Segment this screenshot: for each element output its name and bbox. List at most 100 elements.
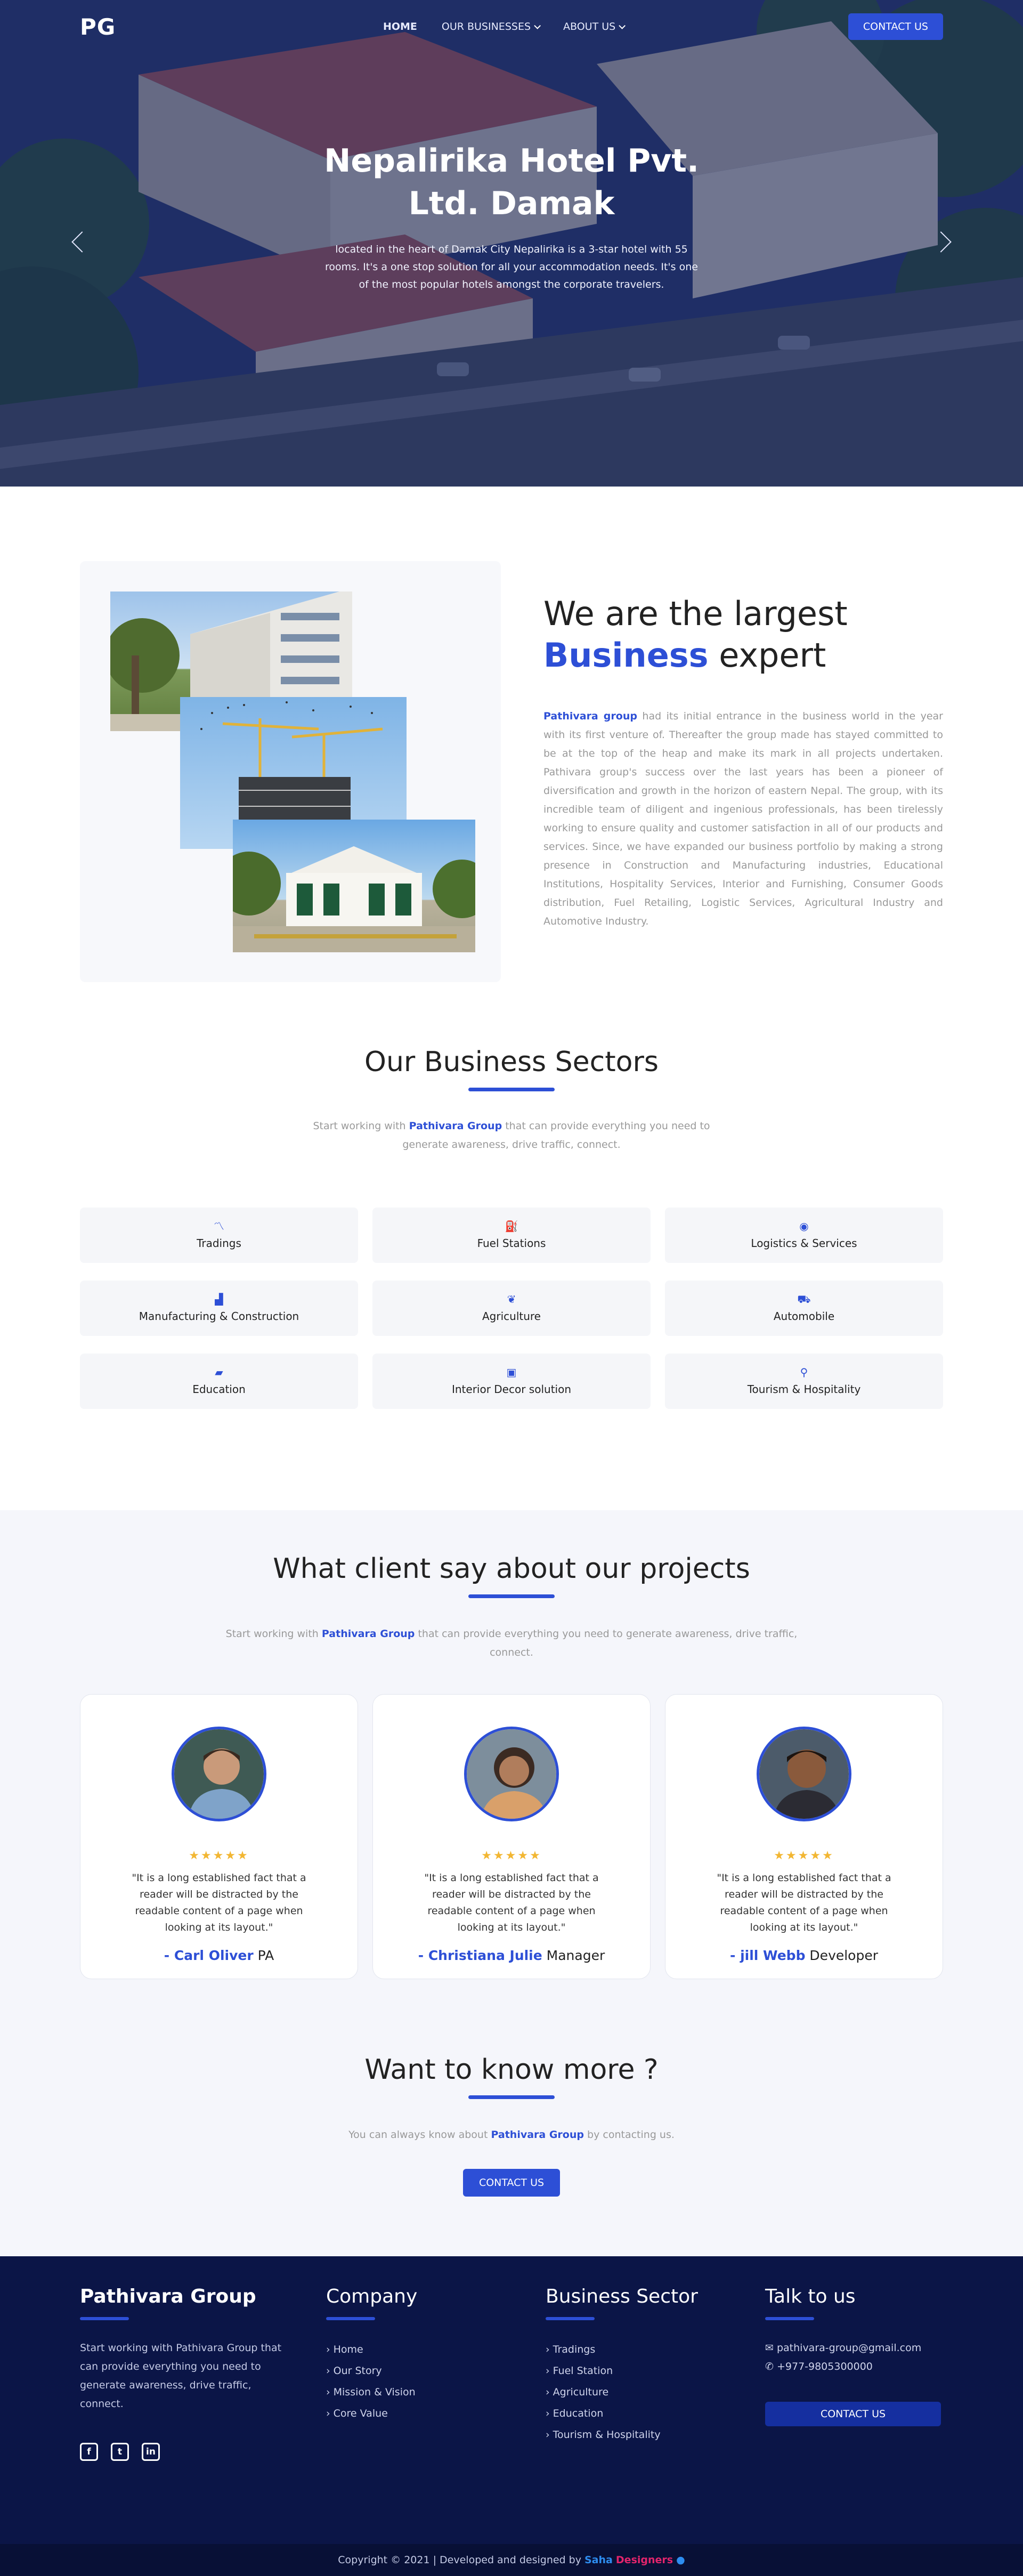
- testimonial-card: ★★★★★ "It is a long established fact tha…: [372, 1694, 651, 1979]
- footer-link-tradings[interactable]: › Tradings: [546, 2339, 765, 2360]
- footer-link-education[interactable]: › Education: [546, 2403, 765, 2424]
- twitter-icon[interactable]: t: [111, 2443, 129, 2461]
- testimonial-quote: "It is a long established fact that a re…: [424, 1872, 599, 1933]
- testimonials-header: What client say about our projects Start…: [80, 1553, 943, 1662]
- sector-label: Manufacturing & Construction: [139, 1310, 299, 1323]
- author-role: PA: [253, 1948, 274, 1963]
- author-name: Carl Oliver: [174, 1948, 254, 1963]
- footer-talk-title: Talk to us: [765, 2286, 856, 2307]
- footer-link-fuel-station[interactable]: › Fuel Station: [546, 2360, 765, 2381]
- about-paragraph: Pathivara group had its initial entrance…: [543, 707, 943, 931]
- subtitle-text: by contacting us.: [587, 2129, 675, 2141]
- footer-brand-text: Start working with Pathivara Group that …: [80, 2342, 282, 2410]
- author-dash: -: [164, 1948, 174, 1963]
- footer-contact-info: ✉ pathivara-group@gmail.com ✆ +977-98053…: [765, 2339, 943, 2376]
- author-dash: -: [729, 1948, 741, 1963]
- top-navbar: PG HOME OUR BUSINESSES ABOUT US CONTACT …: [0, 0, 1023, 53]
- title-underline: [468, 2095, 555, 2099]
- car-icon: ⛟: [797, 1293, 811, 1306]
- sector-card-tradings[interactable]: 〽 Tradings: [80, 1208, 358, 1263]
- cta-contact-button[interactable]: CONTACT US: [462, 2169, 561, 2197]
- title-underline: [80, 2317, 129, 2320]
- sector-card-fuel-stations[interactable]: ⛽ Fuel Stations: [372, 1208, 651, 1263]
- author-role: Developer: [805, 1948, 879, 1963]
- sector-card-manufacturing[interactable]: ▟ Manufacturing & Construction: [80, 1281, 358, 1336]
- footer-sector-links: › Tradings › Fuel Station › Agriculture …: [546, 2339, 765, 2445]
- title-underline: [468, 1594, 555, 1598]
- chevron-down-icon: [534, 22, 541, 29]
- title-underline: [546, 2317, 595, 2320]
- footer-link-our-story[interactable]: › Our Story: [326, 2360, 546, 2381]
- sectors-title: Our Business Sectors: [364, 1046, 659, 1078]
- footer-link-tourism[interactable]: › Tourism & Hospitality: [546, 2424, 765, 2445]
- main-menu: HOME OUR BUSINESSES ABOUT US: [340, 21, 626, 33]
- school-building-photo: [233, 820, 475, 952]
- footer-company-column: Company › Home › Our Story › Mission & V…: [326, 2286, 546, 2461]
- sector-card-tourism[interactable]: ⚲ Tourism & Hospitality: [665, 1354, 943, 1409]
- cta-section: Want to know more ? You can always know …: [0, 2006, 1023, 2256]
- sector-label: Tradings: [197, 1237, 241, 1250]
- nav-item-our-businesses[interactable]: OUR BUSINESSES: [442, 21, 541, 33]
- site-logo[interactable]: PG: [80, 14, 116, 40]
- footer-brand-title: Pathivara Group: [80, 2286, 256, 2307]
- title-underline: [468, 1088, 555, 1091]
- testimonial-quote: "It is a long established fact that a re…: [132, 1872, 306, 1933]
- nav-item-home[interactable]: HOME: [383, 21, 417, 33]
- footer-link-agriculture[interactable]: › Agriculture: [546, 2381, 765, 2403]
- social-links: f t in: [80, 2443, 326, 2461]
- footer-email[interactable]: ✉ pathivara-group@gmail.com: [765, 2339, 943, 2358]
- sector-card-education[interactable]: ▰ Education: [80, 1354, 358, 1409]
- footer-link-core-value[interactable]: › Core Value: [326, 2403, 546, 2424]
- copyright-text: Copyright © 2021 | Developed and designe…: [338, 2554, 581, 2566]
- sector-card-automobile[interactable]: ⛟ Automobile: [665, 1281, 943, 1336]
- testimonials-grid: ★★★★★ "It is a long established fact tha…: [80, 1694, 943, 1979]
- map-marker-icon: ⚲: [800, 1366, 808, 1379]
- about-heading-accent: Business: [543, 636, 709, 675]
- envelope-icon: ✉: [765, 2342, 777, 2354]
- footer-link-home[interactable]: › Home: [326, 2339, 546, 2360]
- footer-company-title: Company: [326, 2286, 418, 2307]
- sector-card-interior-decor[interactable]: ▣ Interior Decor solution: [372, 1354, 651, 1409]
- avatar: [464, 1727, 559, 1821]
- leaf-icon: ❦: [507, 1293, 516, 1306]
- nav-contact-button[interactable]: CONTACT US: [848, 13, 943, 40]
- avatar: [172, 1727, 266, 1821]
- subtitle-text: Start working with: [225, 1628, 319, 1640]
- title-underline: [326, 2317, 375, 2320]
- sectors-header: Our Business Sectors Start working with …: [80, 1046, 943, 1154]
- designer-name-part2[interactable]: Designers: [616, 2554, 673, 2566]
- footer-contact-column: Talk to us ✉ pathivara-group@gmail.com ✆…: [765, 2286, 943, 2461]
- testimonial-card: ★★★★★ "It is a long established fact tha…: [80, 1694, 358, 1979]
- sector-label: Automobile: [773, 1310, 835, 1323]
- sector-card-logistics[interactable]: ◉ Logistics & Services: [665, 1208, 943, 1263]
- linkedin-icon[interactable]: in: [142, 2443, 160, 2461]
- book-icon: ▰: [215, 1366, 223, 1379]
- footer-contact-button[interactable]: CONTACT US: [765, 2402, 941, 2426]
- sector-label: Education: [192, 1383, 246, 1396]
- nav-item-about-us[interactable]: ABOUT US: [563, 21, 626, 33]
- designer-name-part1[interactable]: Saha: [584, 2554, 613, 2566]
- footer-company-links: › Home › Our Story › Mission & Vision › …: [326, 2339, 546, 2424]
- site-footer: Pathivara Group Start working with Pathi…: [0, 2256, 1023, 2576]
- testimonial-author: - Christiana Julie Manager: [373, 1948, 650, 1963]
- author-name: jill Webb: [740, 1948, 806, 1963]
- hero-slider: PG HOME OUR BUSINESSES ABOUT US CONTACT …: [0, 0, 1023, 487]
- footer-link-mission-vision[interactable]: › Mission & Vision: [326, 2381, 546, 2403]
- cta-title: Want to know more ?: [364, 2054, 659, 2086]
- facebook-icon[interactable]: f: [80, 2443, 98, 2461]
- sectors-grid: 〽 Tradings ⛽ Fuel Stations ◉ Logistics & Se…: [80, 1208, 943, 1409]
- title-underline: [765, 2317, 814, 2320]
- sector-card-agriculture[interactable]: ❦ Agriculture: [372, 1281, 651, 1336]
- testimonials-title: What client say about our projects: [273, 1553, 750, 1585]
- email-text: pathivara-group@gmail.com: [776, 2342, 922, 2354]
- testimonials-subtitle: Start working with Pathivara Group that …: [205, 1625, 818, 1662]
- rating-stars-icon: ★★★★★: [774, 1849, 834, 1862]
- sector-label: Fuel Stations: [477, 1237, 546, 1250]
- subtitle-text: that can provide everything you need to …: [418, 1628, 798, 1658]
- hero-description: located in the heart of Damak City Nepal…: [325, 244, 698, 290]
- about-section: We are the largest Business expert Pathi…: [0, 487, 1023, 1014]
- footer-phone[interactable]: ✆ +977-9805300000: [765, 2358, 943, 2376]
- phone-text: +977-9805300000: [776, 2361, 873, 2372]
- brand-name: Pathivara Group: [491, 2129, 584, 2141]
- github-icon[interactable]: ●: [676, 2554, 685, 2566]
